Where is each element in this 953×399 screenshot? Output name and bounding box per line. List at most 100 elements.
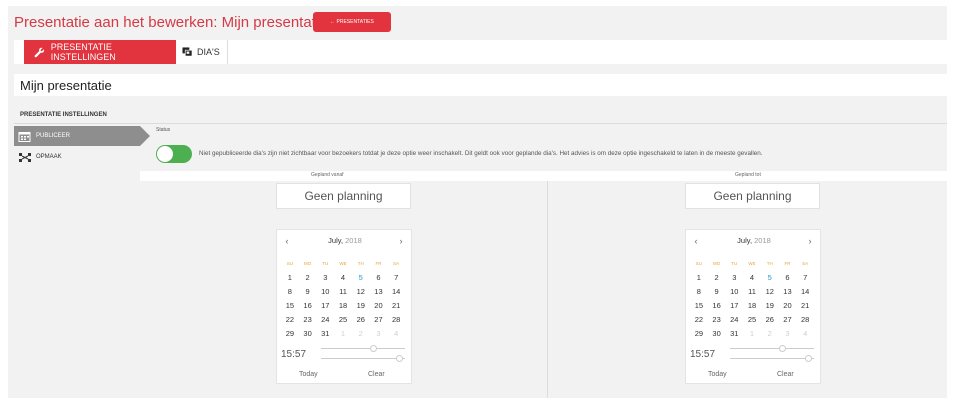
week-row: 8 9 10 11 12 13 14 [690, 284, 814, 298]
calendar-header: ‹ July, 2018 › [686, 234, 822, 248]
day-cell[interactable]: 24 [725, 315, 743, 324]
hour-slider[interactable] [730, 348, 814, 349]
presentation-name-field[interactable]: Mijn presentatie [14, 74, 947, 96]
day-cell[interactable]: 22 [690, 315, 708, 324]
day-cell[interactable]: 19 [761, 301, 779, 310]
today-button[interactable]: Today [708, 371, 727, 378]
day-cell[interactable]: 23 [299, 315, 317, 324]
day-cell[interactable]: 25 [334, 315, 352, 324]
calendar-icon [18, 131, 31, 142]
day-cell[interactable]: 17 [725, 301, 743, 310]
clear-button[interactable]: Clear [368, 371, 385, 378]
day-cell[interactable]: 23 [708, 315, 726, 324]
minute-slider[interactable] [730, 358, 814, 359]
day-cell[interactable]: 20 [779, 301, 797, 310]
day-cell[interactable]: 3 [316, 273, 334, 282]
day-cell-next-month[interactable]: 1 [334, 329, 352, 338]
day-cell[interactable]: 29 [281, 329, 299, 338]
tab-presentatie-instellingen[interactable]: PRESENTATIE INSTELLINGEN [24, 40, 176, 64]
day-cell[interactable]: 6 [370, 273, 388, 282]
day-cell[interactable]: 1 [690, 273, 708, 282]
day-cell[interactable]: 20 [370, 301, 388, 310]
day-cell[interactable]: 18 [743, 301, 761, 310]
day-cell-next-month[interactable]: 2 [352, 329, 370, 338]
day-cell[interactable]: 24 [316, 315, 334, 324]
day-cell[interactable]: 15 [690, 301, 708, 310]
day-cell[interactable]: 11 [743, 287, 761, 296]
back-to-presentaties-button[interactable]: ← PRESENTATIES [313, 12, 391, 32]
day-cell[interactable]: 15 [281, 301, 299, 310]
calendar-month-year[interactable]: July, 2018 [277, 236, 413, 245]
day-cell[interactable]: 9 [708, 287, 726, 296]
day-cell[interactable]: 12 [761, 287, 779, 296]
gepland-vanaf-field[interactable]: Geen planning [276, 183, 411, 209]
day-cell[interactable]: 26 [352, 315, 370, 324]
day-cell[interactable]: 16 [299, 301, 317, 310]
day-cell[interactable]: 28 [796, 315, 814, 324]
minute-slider-handle[interactable] [805, 355, 812, 362]
day-cell-today[interactable]: 5 [761, 273, 779, 282]
tab-instellingen-label: PRESENTATIE INSTELLINGEN [50, 42, 116, 62]
day-cell-next-month[interactable]: 1 [743, 329, 761, 338]
day-cell[interactable]: 10 [316, 287, 334, 296]
sidebar-item-publiceer[interactable]: PUBLICEER [14, 126, 150, 146]
day-cell[interactable]: 13 [370, 287, 388, 296]
day-cell[interactable]: 14 [796, 287, 814, 296]
day-cell-next-month[interactable]: 2 [761, 329, 779, 338]
day-cell[interactable]: 19 [352, 301, 370, 310]
day-cell[interactable]: 10 [725, 287, 743, 296]
day-cell[interactable]: 16 [708, 301, 726, 310]
gepland-tot-field[interactable]: Geen planning [685, 183, 820, 209]
day-cell[interactable]: 7 [387, 273, 405, 282]
day-cell[interactable]: 4 [743, 273, 761, 282]
today-button[interactable]: Today [299, 371, 318, 378]
day-cell-next-month[interactable]: 3 [370, 329, 388, 338]
day-cell[interactable]: 26 [761, 315, 779, 324]
day-cell[interactable]: 1 [281, 273, 299, 282]
day-cell[interactable]: 11 [334, 287, 352, 296]
day-cell[interactable]: 3 [725, 273, 743, 282]
day-cell[interactable]: 21 [796, 301, 814, 310]
day-cell[interactable]: 6 [779, 273, 797, 282]
day-cell[interactable]: 29 [690, 329, 708, 338]
day-cell[interactable]: 12 [352, 287, 370, 296]
minute-slider-handle[interactable] [396, 355, 403, 362]
day-cell[interactable]: 13 [779, 287, 797, 296]
hour-slider-handle[interactable] [370, 345, 377, 352]
calendar-footer: Today Clear [686, 371, 822, 383]
day-cell[interactable]: 31 [316, 329, 334, 338]
day-cell[interactable]: 18 [334, 301, 352, 310]
day-cell[interactable]: 14 [387, 287, 405, 296]
chevron-right-icon[interactable]: › [395, 234, 407, 248]
day-cell[interactable]: 27 [779, 315, 797, 324]
day-cell-next-month[interactable]: 4 [387, 329, 405, 338]
hour-slider[interactable] [321, 348, 405, 349]
day-cell[interactable]: 17 [316, 301, 334, 310]
day-cell[interactable]: 21 [387, 301, 405, 310]
day-cell[interactable]: 4 [334, 273, 352, 282]
day-cell[interactable]: 2 [299, 273, 317, 282]
day-cell[interactable]: 8 [690, 287, 708, 296]
day-cell-next-month[interactable]: 3 [779, 329, 797, 338]
day-cell[interactable]: 9 [299, 287, 317, 296]
day-cell-next-month[interactable]: 4 [796, 329, 814, 338]
hour-slider-handle[interactable] [779, 345, 786, 352]
calendar-month-year[interactable]: July, 2018 [686, 236, 822, 245]
day-cell[interactable]: 7 [796, 273, 814, 282]
day-cell[interactable]: 8 [281, 287, 299, 296]
day-cell[interactable]: 30 [708, 329, 726, 338]
clear-button[interactable]: Clear [777, 371, 794, 378]
chevron-right-icon[interactable]: › [804, 234, 816, 248]
minute-slider[interactable] [321, 358, 405, 359]
day-cell-today[interactable]: 5 [352, 273, 370, 282]
sidebar-item-opmaak[interactable]: OPMAAK [14, 147, 139, 167]
day-cell[interactable]: 30 [299, 329, 317, 338]
tab-dias[interactable]: DIA'S [178, 40, 228, 64]
day-cell[interactable]: 2 [708, 273, 726, 282]
day-cell[interactable]: 28 [387, 315, 405, 324]
day-cell[interactable]: 31 [725, 329, 743, 338]
day-cell[interactable]: 22 [281, 315, 299, 324]
day-cell[interactable]: 27 [370, 315, 388, 324]
publish-toggle[interactable] [156, 145, 192, 163]
day-cell[interactable]: 25 [743, 315, 761, 324]
